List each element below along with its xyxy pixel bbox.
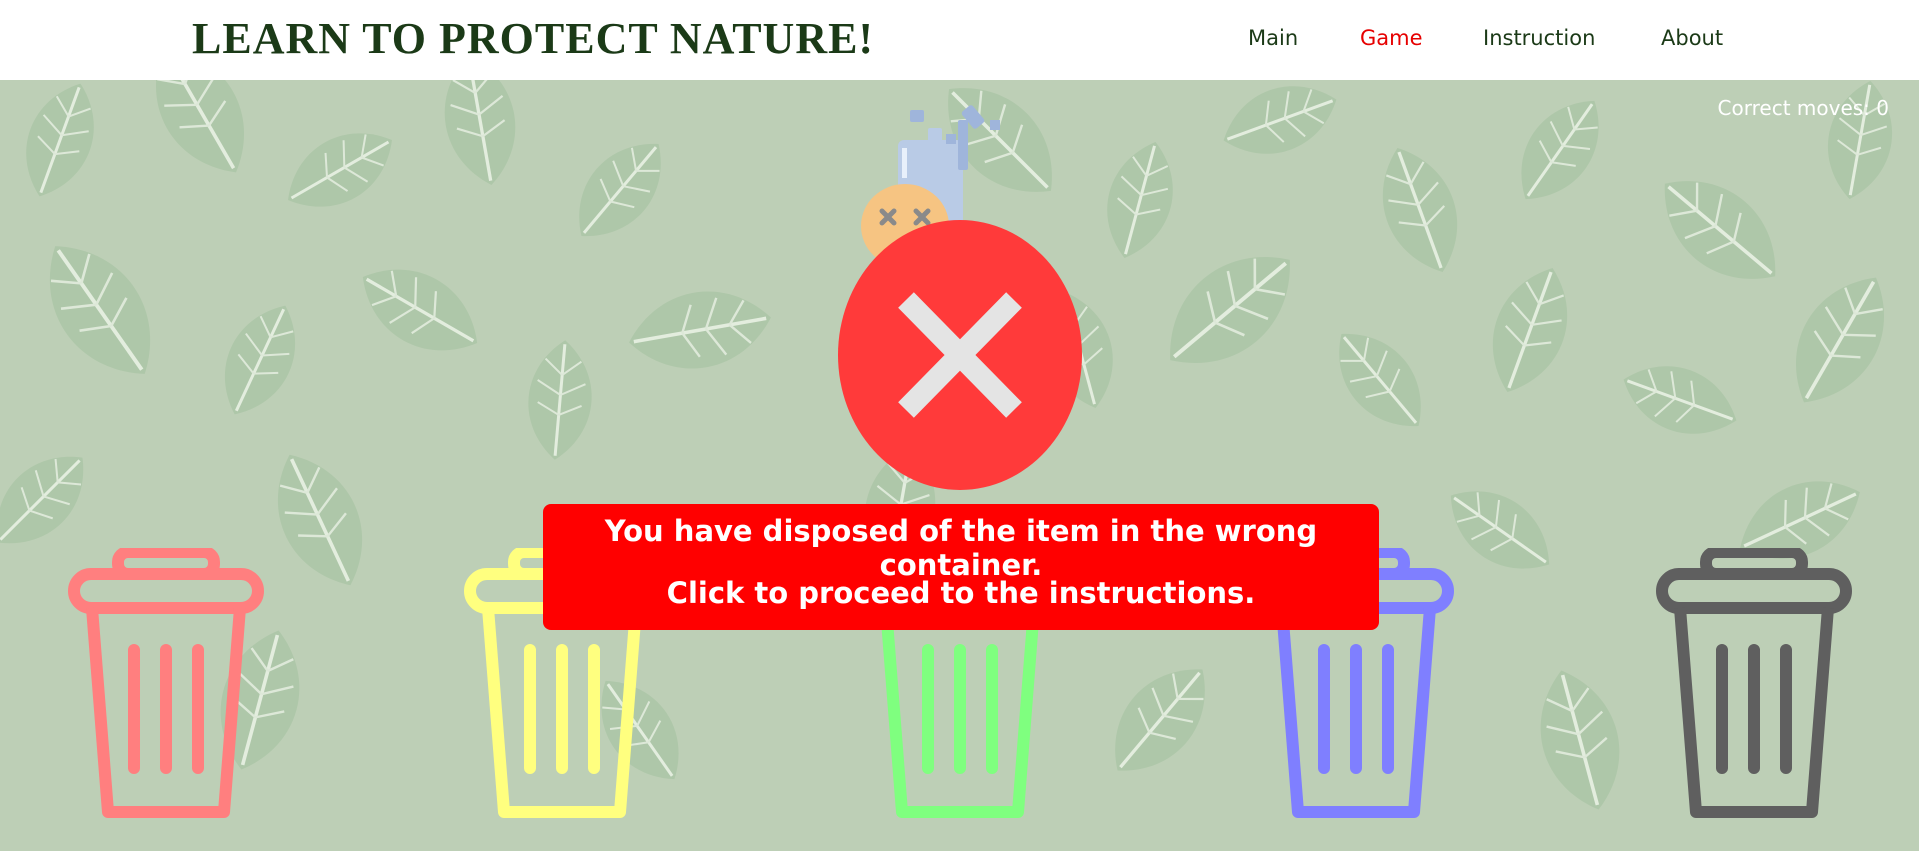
- nav-link-main[interactable]: Main: [1248, 26, 1298, 50]
- wrong-container-message[interactable]: You have disposed of the item in the wro…: [543, 504, 1379, 630]
- red-bin-icon: [68, 546, 264, 818]
- nav-link-about[interactable]: About: [1661, 26, 1723, 50]
- black-bin[interactable]: [1654, 546, 1854, 828]
- site-header: LEARN TO PROTECT NATURE! Main Game Instr…: [0, 0, 1919, 80]
- nav-link-instruction[interactable]: Instruction: [1483, 26, 1595, 50]
- wrong-x-icon[interactable]: [838, 220, 1082, 490]
- game-area: Correct moves: 0 You have disposed of th…: [0, 80, 1919, 851]
- correct-moves-counter: Correct moves: 0: [1717, 96, 1889, 120]
- black-bin-icon: [1656, 546, 1852, 818]
- message-line-1: You have disposed of the item in the wro…: [604, 514, 1318, 582]
- nav-link-game[interactable]: Game: [1360, 26, 1423, 50]
- red-bin[interactable]: [66, 546, 266, 828]
- message-line-2: Click to proceed to the instructions.: [666, 576, 1256, 610]
- site-title: LEARN TO PROTECT NATURE!: [192, 14, 875, 63]
